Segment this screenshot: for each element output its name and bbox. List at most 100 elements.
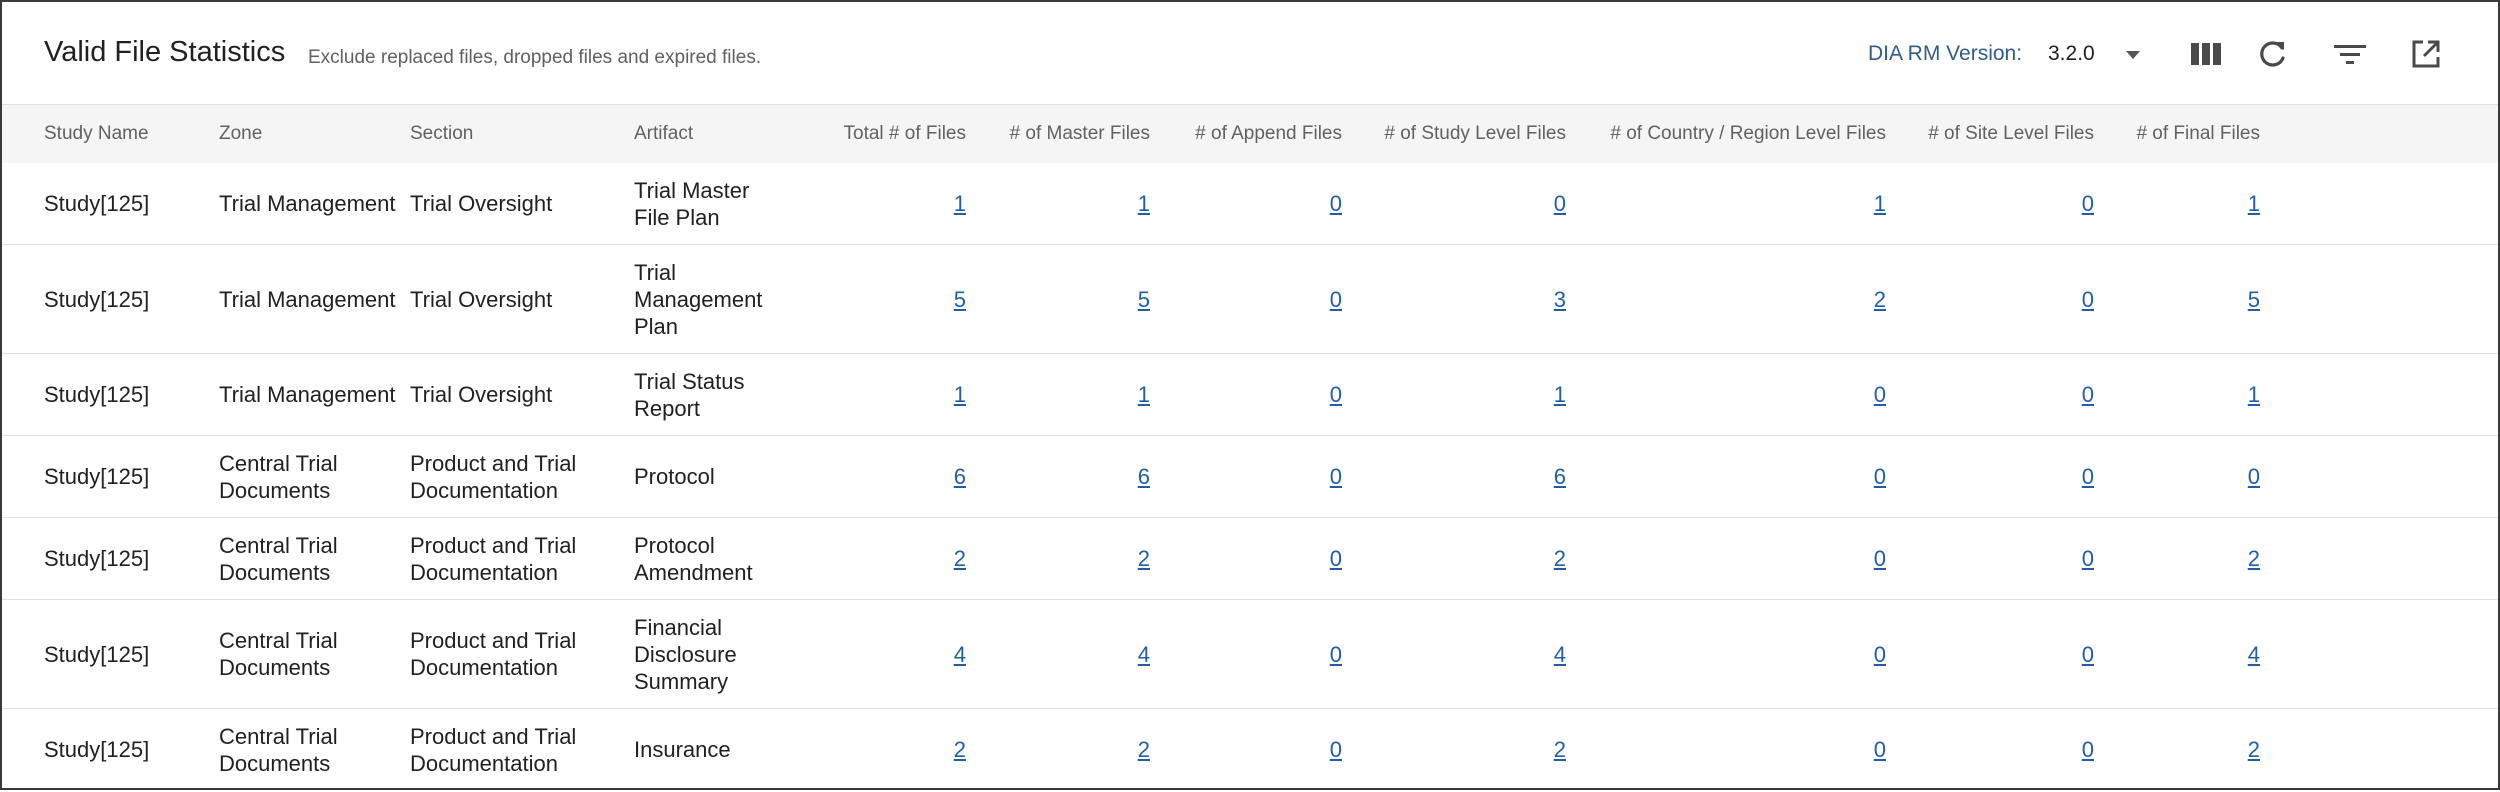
cell-artifact: Trial Management Plan: [634, 259, 763, 339]
country-level-files-link[interactable]: 0: [1874, 641, 1886, 668]
study-level-files-link[interactable]: 4: [1554, 641, 1566, 668]
cell-artifact: Protocol: [634, 464, 715, 489]
table-row: Study[125] Central Trial Documents Produ…: [2, 518, 2498, 600]
column-header-artifact[interactable]: Artifact: [634, 105, 693, 163]
master-files-link[interactable]: 2: [1138, 545, 1150, 572]
total-files-link[interactable]: 6: [954, 463, 966, 490]
master-files-link[interactable]: 6: [1138, 463, 1150, 490]
final-files-link[interactable]: 1: [2248, 190, 2260, 217]
final-files-link[interactable]: 4: [2248, 641, 2260, 668]
refresh-icon[interactable]: [2252, 34, 2292, 74]
cell-section: Product and Trial Documentation: [410, 628, 577, 680]
site-level-files-link[interactable]: 0: [2082, 545, 2094, 572]
country-level-files-link[interactable]: 0: [1874, 381, 1886, 408]
site-level-files-link[interactable]: 0: [2082, 736, 2094, 763]
final-files-link[interactable]: 2: [2248, 736, 2260, 763]
panel-header: Valid File Statistics Exclude replaced f…: [2, 2, 2498, 104]
country-level-files-link[interactable]: 0: [1874, 545, 1886, 572]
cell-zone: Central Trial Documents: [219, 532, 338, 585]
column-header-zone[interactable]: Zone: [219, 105, 262, 163]
cell-zone: Central Trial Documents: [219, 723, 338, 776]
append-files-link[interactable]: 0: [1330, 463, 1342, 490]
site-level-files-link[interactable]: 0: [2082, 641, 2094, 668]
cell-artifact: Trial Master File Plan: [634, 177, 750, 230]
cell-artifact: Protocol Amendment: [634, 532, 753, 585]
study-level-files-link[interactable]: 2: [1554, 545, 1566, 572]
column-header-master-files[interactable]: # of Master Files: [966, 105, 1150, 163]
filter-icon[interactable]: [2330, 34, 2370, 74]
table-row: Study[125] Central Trial Documents Produ…: [2, 436, 2498, 518]
append-files-link[interactable]: 0: [1330, 190, 1342, 217]
column-header-append-files[interactable]: # of Append Files: [1150, 105, 1342, 163]
cell-artifact: Trial Status Report: [634, 368, 745, 421]
total-files-link[interactable]: 1: [954, 381, 966, 408]
open-external-icon[interactable]: [2406, 34, 2446, 74]
study-level-files-link[interactable]: 6: [1554, 463, 1566, 490]
study-level-files-link[interactable]: 0: [1554, 190, 1566, 217]
cell-study-name: Study[125]: [44, 737, 150, 762]
site-level-files-link[interactable]: 0: [2082, 190, 2094, 217]
table-row: Study[125] Central Trial Documents Produ…: [2, 709, 2498, 788]
master-files-link[interactable]: 1: [1138, 190, 1150, 217]
chevron-down-icon[interactable]: [2119, 43, 2147, 67]
cell-zone: Trial Management: [219, 382, 396, 407]
study-level-files-link[interactable]: 3: [1554, 286, 1566, 313]
page-subtitle: Exclude replaced files, dropped files an…: [308, 47, 762, 68]
column-header-final-files[interactable]: # of Final Files: [2094, 105, 2260, 163]
column-header-country-region-level-files[interactable]: # of Country / Region Level Files: [1566, 105, 1886, 163]
cell-section: Trial Oversight: [410, 286, 553, 312]
column-header-study-level-files[interactable]: # of Study Level Files: [1342, 105, 1566, 163]
final-files-link[interactable]: 1: [2248, 381, 2260, 408]
column-header-total-files[interactable]: Total # of Files: [782, 105, 967, 163]
cell-artifact: Insurance: [634, 737, 731, 762]
version-label: DIA RM Version:: [1868, 42, 2023, 65]
append-files-link[interactable]: 0: [1330, 641, 1342, 668]
table-header: Study Name Zone Section Artifact Total #…: [2, 104, 2498, 164]
site-level-files-link[interactable]: 0: [2082, 381, 2094, 408]
append-files-link[interactable]: 0: [1330, 545, 1342, 572]
total-files-link[interactable]: 2: [954, 545, 966, 572]
cell-study-name: Study[125]: [44, 546, 150, 571]
country-level-files-link[interactable]: 0: [1874, 463, 1886, 490]
table-row: Study[125] Trial Management Trial Oversi…: [2, 163, 2498, 245]
view-columns-icon[interactable]: [2186, 34, 2226, 74]
total-files-link[interactable]: 2: [954, 736, 966, 763]
cell-study-name: Study[125]: [44, 382, 150, 407]
table-row: Study[125] Trial Management Trial Oversi…: [2, 354, 2498, 436]
site-level-files-link[interactable]: 0: [2082, 463, 2094, 490]
master-files-link[interactable]: 5: [1138, 286, 1150, 313]
table-row: Study[125] Central Trial Documents Produ…: [2, 600, 2498, 709]
column-header-section[interactable]: Section: [410, 105, 473, 163]
cell-zone: Trial Management: [219, 286, 396, 312]
cell-study-name: Study[125]: [44, 464, 150, 489]
study-level-files-link[interactable]: 1: [1554, 381, 1566, 408]
site-level-files-link[interactable]: 0: [2082, 286, 2094, 313]
cell-section: Product and Trial Documentation: [410, 532, 577, 585]
study-level-files-link[interactable]: 2: [1554, 736, 1566, 763]
country-level-files-link[interactable]: 0: [1874, 736, 1886, 763]
append-files-link[interactable]: 0: [1330, 381, 1342, 408]
final-files-link[interactable]: 0: [2248, 463, 2260, 490]
append-files-link[interactable]: 0: [1330, 286, 1342, 313]
cell-zone: Trial Management: [219, 191, 396, 216]
total-files-link[interactable]: 4: [954, 641, 966, 668]
column-header-study-name[interactable]: Study Name: [44, 105, 149, 163]
total-files-link[interactable]: 1: [954, 190, 966, 217]
cell-study-name: Study[125]: [44, 191, 150, 216]
cell-section: Product and Trial Documentation: [410, 450, 577, 503]
master-files-link[interactable]: 1: [1138, 381, 1150, 408]
cell-artifact: Financial Disclosure Summary: [634, 614, 737, 694]
master-files-link[interactable]: 2: [1138, 736, 1150, 763]
total-files-link[interactable]: 5: [954, 286, 966, 313]
country-level-files-link[interactable]: 1: [1874, 190, 1886, 217]
page-title: Valid File Statistics: [44, 36, 286, 68]
country-level-files-link[interactable]: 2: [1874, 286, 1886, 313]
column-header-site-level-files[interactable]: # of Site Level Files: [1886, 105, 2094, 163]
master-files-link[interactable]: 4: [1138, 641, 1150, 668]
version-select-value[interactable]: 3.2.0: [2048, 42, 2095, 66]
append-files-link[interactable]: 0: [1330, 736, 1342, 763]
cell-study-name: Study[125]: [44, 286, 150, 312]
final-files-link[interactable]: 5: [2248, 286, 2260, 313]
final-files-link[interactable]: 2: [2248, 545, 2260, 572]
valid-file-statistics-panel: Valid File Statistics Exclude replaced f…: [0, 0, 2500, 790]
